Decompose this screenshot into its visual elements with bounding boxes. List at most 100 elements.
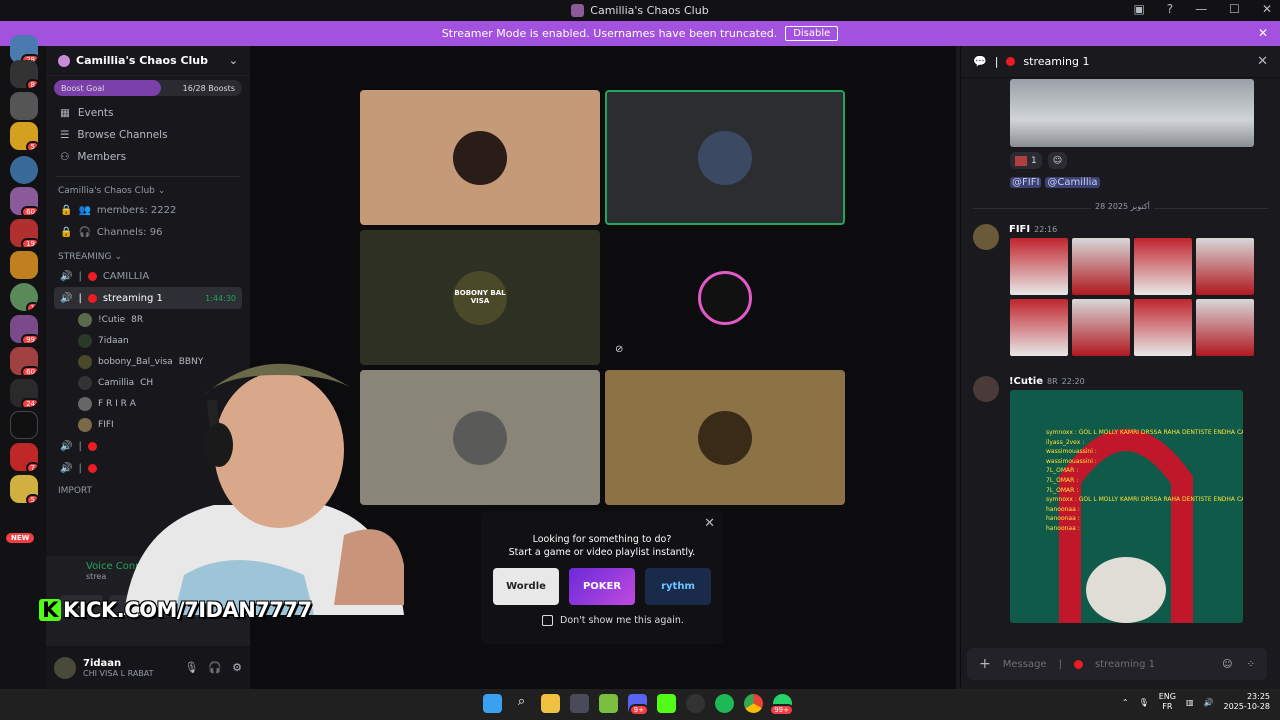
voice-user[interactable]: !Cutie 8R (78, 309, 250, 330)
wordle-app-button[interactable]: Wordle (493, 568, 559, 605)
dont-show-checkbox[interactable]: Don't show me this again. (542, 615, 723, 626)
reaction-pill[interactable]: 1 (1010, 152, 1042, 169)
server-icon-1[interactable]: 28 (10, 35, 38, 63)
grid-image[interactable] (1134, 238, 1192, 295)
grid-image[interactable] (1072, 238, 1130, 295)
obs-icon[interactable] (686, 694, 705, 713)
apps-icon[interactable]: ⁘ (1247, 659, 1255, 670)
lang-label: ENG (1158, 692, 1176, 701)
close-icon[interactable]: ✕ (704, 516, 715, 531)
chevron-up-icon[interactable]: ⌃ (1122, 698, 1129, 707)
microphone-icon[interactable]: 🎙 (184, 661, 198, 674)
server-icon-15[interactable]: 5 (10, 475, 38, 503)
grid-image[interactable] (1010, 238, 1068, 295)
server-icon-3[interactable] (10, 92, 38, 120)
minimize-button[interactable]: — (1195, 2, 1207, 16)
separator: | (78, 270, 82, 282)
rythm-app-button[interactable]: rythm (645, 568, 711, 605)
channel-members-count[interactable]: 🔒 👥 members: 2222 (54, 199, 242, 221)
avatar[interactable] (973, 224, 999, 250)
participant-tile[interactable] (360, 90, 600, 225)
close-button[interactable]: ✕ (1262, 2, 1272, 16)
nav-members[interactable]: ⚇ Members (54, 146, 242, 168)
avatar[interactable] (54, 656, 76, 679)
message-author[interactable]: !Cutie (1009, 376, 1043, 387)
participant-tile[interactable] (605, 90, 845, 225)
channel-channels-count[interactable]: 🔒 🎧 Channels: 96 (54, 221, 242, 243)
avatar[interactable] (973, 376, 999, 402)
grid-image[interactable] (1134, 299, 1192, 356)
nav-browse-channels[interactable]: ☰ Browse Channels (54, 124, 242, 146)
channel-camillia[interactable]: 🔊 | CAMILLIA (54, 265, 242, 287)
message-input[interactable]: + Message | streaming 1 ☺ ⁘ (967, 648, 1267, 680)
chrome-icon[interactable] (744, 694, 763, 713)
spotify-icon[interactable] (715, 694, 734, 713)
grid-image[interactable] (1196, 299, 1254, 356)
server-icon-11[interactable]: 60 (10, 347, 38, 375)
disable-button[interactable]: Disable (785, 26, 839, 41)
language-indicator[interactable]: ENG FR (1159, 692, 1176, 713)
whatsapp-icon[interactable]: 99+ (769, 694, 794, 716)
message-author[interactable]: FIFI (1009, 224, 1030, 235)
server-icon-7[interactable]: 19 (10, 219, 38, 247)
close-icon[interactable]: ✕ (1257, 54, 1268, 69)
grid-image[interactable] (1010, 299, 1068, 356)
help-icon[interactable]: ? (1167, 2, 1173, 16)
start-icon[interactable] (483, 694, 502, 713)
activity-prompt: ✕ Looking for something to do? Start a g… (481, 511, 723, 644)
live-dot-icon (1073, 659, 1083, 669)
lock-icon: 🔒 (60, 204, 73, 216)
mention[interactable]: @FIFI (1010, 177, 1042, 188)
server-icon-4[interactable]: 5 (10, 122, 38, 150)
emoji-icon[interactable]: ☺ (1222, 659, 1232, 670)
server-icon-12[interactable]: 24 (10, 379, 38, 407)
channel-streaming-1[interactable]: 🔊 | streaming 1 1:44:30 (54, 287, 242, 309)
inbox-icon[interactable]: ▣ (1133, 2, 1144, 16)
server-icon-6[interactable]: 60 (10, 187, 38, 215)
boost-goal-bar[interactable]: Boost Goal 16/28 Boosts (54, 80, 242, 96)
banner-close-icon[interactable]: ✕ (1258, 26, 1268, 40)
gear-icon[interactable]: ⚙ (232, 661, 242, 674)
category-streaming[interactable]: STREAMING ⌄ (46, 249, 250, 265)
channel-label: Channels: 96 (96, 226, 163, 238)
store-icon[interactable] (570, 694, 589, 713)
server-icon-2[interactable]: 8 (10, 60, 38, 88)
volume-icon[interactable]: 🔊 (1204, 698, 1214, 707)
product-image-grid[interactable] (1010, 238, 1254, 356)
maximize-button[interactable]: ☐ (1229, 2, 1240, 16)
bluestacks-icon[interactable] (599, 694, 618, 713)
avatar (453, 410, 507, 465)
nav-events[interactable]: ▦ Events (54, 102, 242, 124)
clock[interactable]: 23:25 2025-10-28 (1224, 692, 1271, 713)
taskbar: ⌕ 9+ 99+ ⌃ 🎙 ENG FR ▥ 🔊 23:25 2025-10-28 (0, 689, 1280, 720)
poker-app-button[interactable]: POKER (569, 568, 635, 605)
file-explorer-icon[interactable] (541, 694, 560, 713)
message-image[interactable]: symnoxx : GOL L MOLLY KAMRI DRSSA RAHA D… (1010, 390, 1243, 623)
server-icon-10[interactable]: 99 (10, 315, 38, 343)
search-icon[interactable]: ⌕ (512, 694, 531, 713)
grid-image[interactable] (1196, 238, 1254, 295)
server-header[interactable]: Camillia's Chaos Club ⌄ (46, 46, 250, 76)
server-icon-8[interactable] (10, 251, 38, 279)
add-reaction-button[interactable]: ☺ (1047, 152, 1068, 169)
server-icon-5[interactable] (10, 156, 38, 184)
server-icon-9[interactable]: 1 (10, 283, 38, 311)
separator: | (78, 462, 82, 474)
server-icon-13[interactable] (10, 411, 38, 439)
grid-image[interactable] (1072, 299, 1130, 356)
mention[interactable]: @Camillia (1045, 177, 1100, 188)
server-icon-14[interactable]: 7 (10, 443, 38, 471)
category-server-info[interactable]: Camillia's Chaos Club ⌄ (46, 183, 250, 199)
microphone-icon[interactable]: 🎙 (1139, 698, 1149, 707)
message-image[interactable] (1010, 79, 1254, 147)
add-attachment-icon[interactable]: + (979, 656, 991, 672)
headphones-icon[interactable]: 🎧 (208, 661, 222, 674)
divider (56, 176, 240, 177)
avatar (453, 130, 507, 185)
kick-icon[interactable] (657, 694, 676, 713)
channel-label: CAMILLIA (102, 270, 150, 282)
network-icon[interactable]: ▥ (1186, 698, 1194, 707)
participant-tile[interactable]: ⊘ (605, 230, 845, 365)
participant-tile[interactable] (605, 370, 845, 505)
discord-icon[interactable]: 9+ (628, 694, 649, 716)
